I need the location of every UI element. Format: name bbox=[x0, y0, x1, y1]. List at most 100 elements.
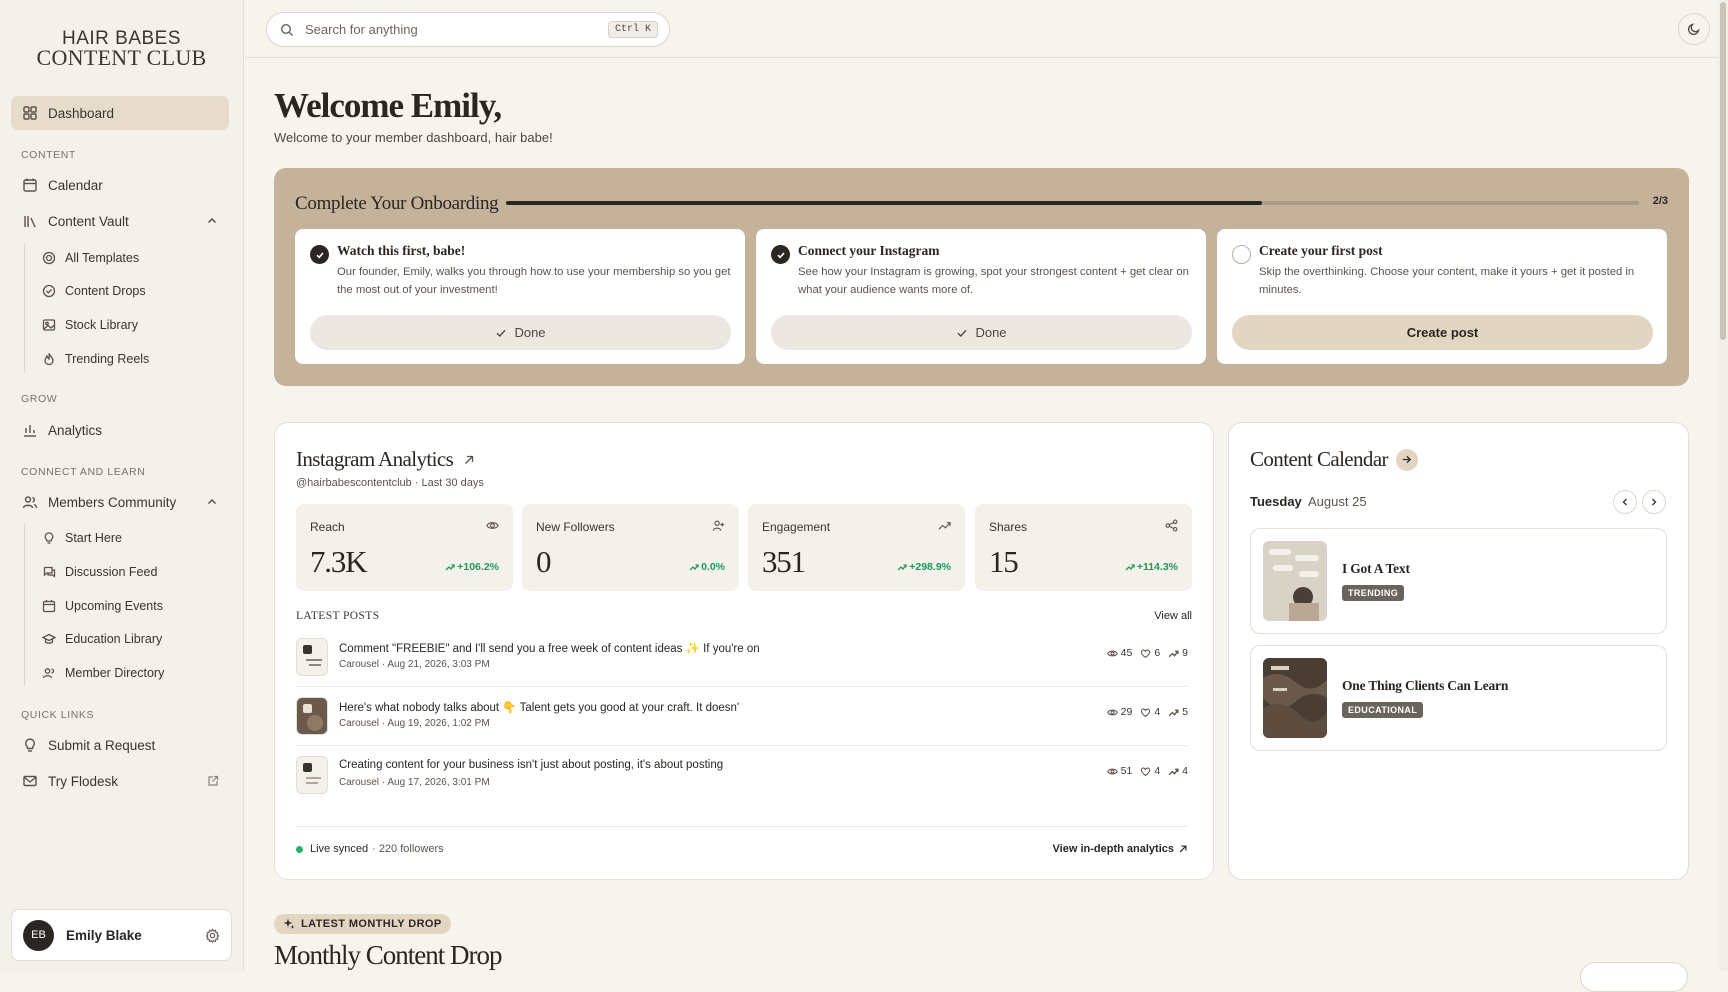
sidebar-item-label: Try Flodesk bbox=[48, 773, 119, 789]
avatar: EB bbox=[23, 919, 54, 951]
sidebar-subitem-all-templates[interactable]: All Templates bbox=[36, 243, 139, 273]
calendar-day: Tuesday bbox=[1250, 494, 1302, 509]
onboarding-card-first-post: Create your first post Skip the overthin… bbox=[1217, 229, 1667, 364]
onboarding-card-desc: See how your Instagram is growing, spot … bbox=[798, 266, 1189, 296]
onboarding-progress-count: 2/3 bbox=[1652, 195, 1668, 207]
arrow-up-right-icon bbox=[1179, 845, 1187, 853]
button-label: Done bbox=[975, 325, 1007, 340]
page-scrollbar[interactable] bbox=[1718, 0, 1728, 971]
sidebar-subitem-member-directory[interactable]: Member Directory bbox=[36, 658, 164, 688]
page-title: Welcome Emily, bbox=[274, 86, 502, 125]
sidebar-subitem-discussion-feed[interactable]: Discussion Feed bbox=[36, 557, 157, 587]
target-icon bbox=[42, 251, 56, 265]
submenu-guide-line bbox=[24, 523, 25, 686]
sidebar-subitem-label: Discussion Feed bbox=[65, 565, 158, 579]
calendar-next-button[interactable] bbox=[1642, 490, 1666, 514]
sidebar-subitem-label: Education Library bbox=[65, 632, 163, 646]
post-stats: 51 4 4 bbox=[1099, 765, 1188, 777]
sidebar-subitem-education-library[interactable]: Education Library bbox=[36, 624, 162, 654]
monthly-drop-action-button[interactable] bbox=[1580, 962, 1688, 992]
sidebar-subitem-content-drops[interactable]: Content Drops bbox=[36, 276, 146, 306]
in-depth-label: View in-depth analytics bbox=[1052, 843, 1174, 855]
sidebar-item-analytics[interactable]: Analytics bbox=[11, 413, 229, 447]
live-synced-label: Live synced bbox=[310, 843, 369, 855]
sidebar-item-label: Content Vault bbox=[48, 213, 129, 229]
post-meta: Carousel · Aug 21, 2026, 3:03 PM bbox=[339, 659, 490, 670]
calendar-item-title: One Thing Clients Can Learn bbox=[1342, 678, 1509, 693]
calendar-item[interactable]: One Thing Clients Can Learn EDUCATIONAL bbox=[1250, 645, 1667, 751]
calendar-title-text: Content Calendar bbox=[1250, 447, 1389, 471]
calendar-prev-button[interactable] bbox=[1613, 490, 1637, 514]
analytics-title[interactable]: Instagram Analytics bbox=[296, 447, 475, 472]
page-subtitle: Welcome to your member dashboard, hair b… bbox=[274, 130, 553, 145]
eye-icon bbox=[1106, 709, 1118, 715]
calendar-item-title: I Got A Text bbox=[1342, 561, 1410, 576]
search-shortcut-hint: Ctrl K bbox=[607, 21, 658, 38]
brand-logo[interactable]: HAIR BABES CONTENT CLUB bbox=[0, 0, 243, 80]
theme-toggle-button[interactable] bbox=[1678, 13, 1710, 45]
sparkles-icon bbox=[283, 918, 295, 929]
create-post-button[interactable]: Create post bbox=[1232, 315, 1653, 350]
trending-up-icon bbox=[1168, 650, 1179, 657]
metric-trend-text: +298.9% bbox=[909, 561, 951, 573]
share-icon bbox=[1165, 519, 1178, 532]
sidebar-item-label: Submit a Request bbox=[48, 737, 156, 753]
search-bar[interactable]: Search for anything Ctrl K bbox=[266, 12, 670, 47]
trending-up-icon bbox=[1168, 709, 1179, 716]
chevron-right-icon bbox=[1652, 498, 1657, 506]
sidebar-subitem-start-here[interactable]: Start Here bbox=[36, 523, 122, 553]
sidebar-item-members-community[interactable]: Members Community bbox=[11, 485, 229, 519]
metric-new-followers: New Followers 0 0.0% bbox=[522, 504, 739, 591]
analytics-subtitle: @hairbabescontentclub · Last 30 days bbox=[296, 477, 484, 489]
section-label-grow: GROW bbox=[21, 393, 58, 405]
sidebar-item-dashboard[interactable]: Dashboard bbox=[11, 96, 229, 130]
calendar-icon bbox=[23, 178, 37, 192]
dashboard-grid-icon bbox=[23, 106, 37, 120]
onboarding-card-title: Create your first post bbox=[1259, 243, 1383, 258]
gear-icon[interactable] bbox=[205, 928, 220, 943]
sidebar: HAIR BABES CONTENT CLUB Dashboard CONTEN… bbox=[0, 0, 244, 971]
sidebar-item-label: Analytics bbox=[48, 422, 103, 438]
sidebar-item-label: Dashboard bbox=[48, 105, 115, 121]
section-label-quick-links: QUICK LINKS bbox=[21, 709, 95, 721]
sidebar-item-content-vault[interactable]: Content Vault bbox=[11, 204, 229, 238]
metric-engagement: Engagement 351 +298.9% bbox=[748, 504, 965, 591]
latest-drop-label: LATEST MONTHLY DROP bbox=[301, 918, 442, 930]
post-row[interactable]: Creating content for your business isn't… bbox=[296, 747, 1188, 805]
user-profile-card[interactable]: EB Emily Blake bbox=[11, 909, 232, 961]
post-row[interactable]: Comment "FREEBIE" and I'll send you a fr… bbox=[296, 629, 1188, 687]
sidebar-item-label: Calendar bbox=[48, 177, 103, 193]
calendar-open-button[interactable] bbox=[1395, 448, 1418, 471]
section-label-connect: CONNECT AND LEARN bbox=[21, 466, 146, 478]
metric-value: 7.3K bbox=[310, 544, 368, 579]
in-depth-analytics-link[interactable]: View in-depth analytics bbox=[1053, 843, 1188, 855]
sidebar-subitem-upcoming-events[interactable]: Upcoming Events bbox=[36, 591, 163, 621]
post-title: Comment "FREEBIE" and I'll send you a fr… bbox=[339, 643, 760, 655]
empty-circle-icon[interactable] bbox=[1232, 245, 1251, 264]
post-shares: 4 bbox=[1182, 765, 1188, 777]
calendar-item[interactable]: I Got A Text TRENDING bbox=[1250, 528, 1667, 634]
done-button[interactable]: Done bbox=[771, 315, 1192, 350]
search-input[interactable]: Search for anything bbox=[305, 22, 418, 37]
live-sync-status: Live synced · 220 followers bbox=[296, 843, 444, 855]
users-icon bbox=[42, 668, 55, 679]
chevron-up-icon[interactable] bbox=[205, 495, 219, 509]
chevron-up-icon[interactable] bbox=[205, 214, 219, 228]
done-button[interactable]: Done bbox=[310, 315, 731, 350]
sidebar-item-try-flodesk[interactable]: Try Flodesk bbox=[11, 764, 229, 798]
latest-drop-badge: LATEST MONTHLY DROP bbox=[274, 914, 451, 934]
check-icon bbox=[957, 329, 967, 337]
sidebar-subitem-label: Stock Library bbox=[65, 318, 138, 332]
metric-shares: Shares 15 +114.3% bbox=[975, 504, 1192, 591]
view-all-link[interactable]: View all bbox=[1154, 610, 1192, 622]
sidebar-item-submit-request[interactable]: Submit a Request bbox=[11, 728, 229, 762]
scrollbar-thumb[interactable] bbox=[1720, 2, 1726, 340]
eye-icon bbox=[1106, 768, 1118, 774]
sidebar-subitem-stock-library[interactable]: Stock Library bbox=[36, 310, 138, 340]
sidebar-subitem-trending-reels[interactable]: Trending Reels bbox=[36, 344, 149, 374]
metric-trend-text: 0.0% bbox=[701, 561, 725, 573]
analytics-title-text: Instagram Analytics bbox=[296, 447, 454, 471]
metric-label: New Followers bbox=[536, 520, 615, 534]
post-row[interactable]: Here's what nobody talks about 👇 Talent … bbox=[296, 688, 1188, 746]
sidebar-item-calendar[interactable]: Calendar bbox=[11, 168, 229, 202]
